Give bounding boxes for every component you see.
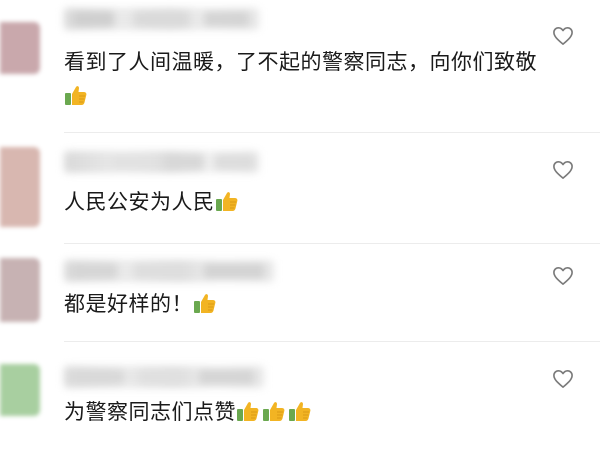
avatar[interactable] [0,258,40,322]
heart-icon[interactable] [552,266,574,286]
avatar[interactable] [0,147,40,227]
comment-text: 看到了人间温暖，了不起的警察同志，向你们致敬 [64,50,537,74]
username-blurred [64,8,259,30]
username-blurred [64,366,264,388]
avatar[interactable] [0,364,40,416]
comment-text-body: 都是好样的！ [64,292,193,316]
emoji-row [64,84,90,107]
thumbs-up-emoji-icon [237,402,259,421]
thumbs-up-emoji-icon [215,192,237,211]
heart-icon[interactable] [552,26,574,46]
username-blurred [64,260,274,282]
thumbs-up-emoji-icon [263,402,285,421]
comment-text: 都是好样的！ [64,290,219,318]
thumbs-up-emoji-icon [194,294,216,313]
comment-text: 为警察同志们点赞 [64,398,314,426]
heart-icon[interactable] [552,369,574,389]
thumbs-up-emoji-icon [289,402,311,421]
comment-text: 人民公安为人民 [64,188,241,216]
comment-item: 为警察同志们点赞 [0,342,600,455]
comment-feed: 看到了人间温暖，了不起的警察同志，向你们致敬 人民公安为人民 都是好样的！ 为警… [0,0,600,455]
thumbs-up-emoji-icon [65,86,87,105]
comment-item: 看到了人间温暖，了不起的警察同志，向你们致敬 [0,0,600,132]
comment-item: 都是好样的！ [0,244,600,341]
comment-text-body: 人民公安为人民 [64,190,215,214]
avatar[interactable] [0,22,40,74]
heart-icon[interactable] [552,160,574,180]
comment-text-body: 为警察同志们点赞 [64,400,236,424]
username-blurred [64,151,259,173]
comment-item: 人民公安为人民 [0,133,600,243]
